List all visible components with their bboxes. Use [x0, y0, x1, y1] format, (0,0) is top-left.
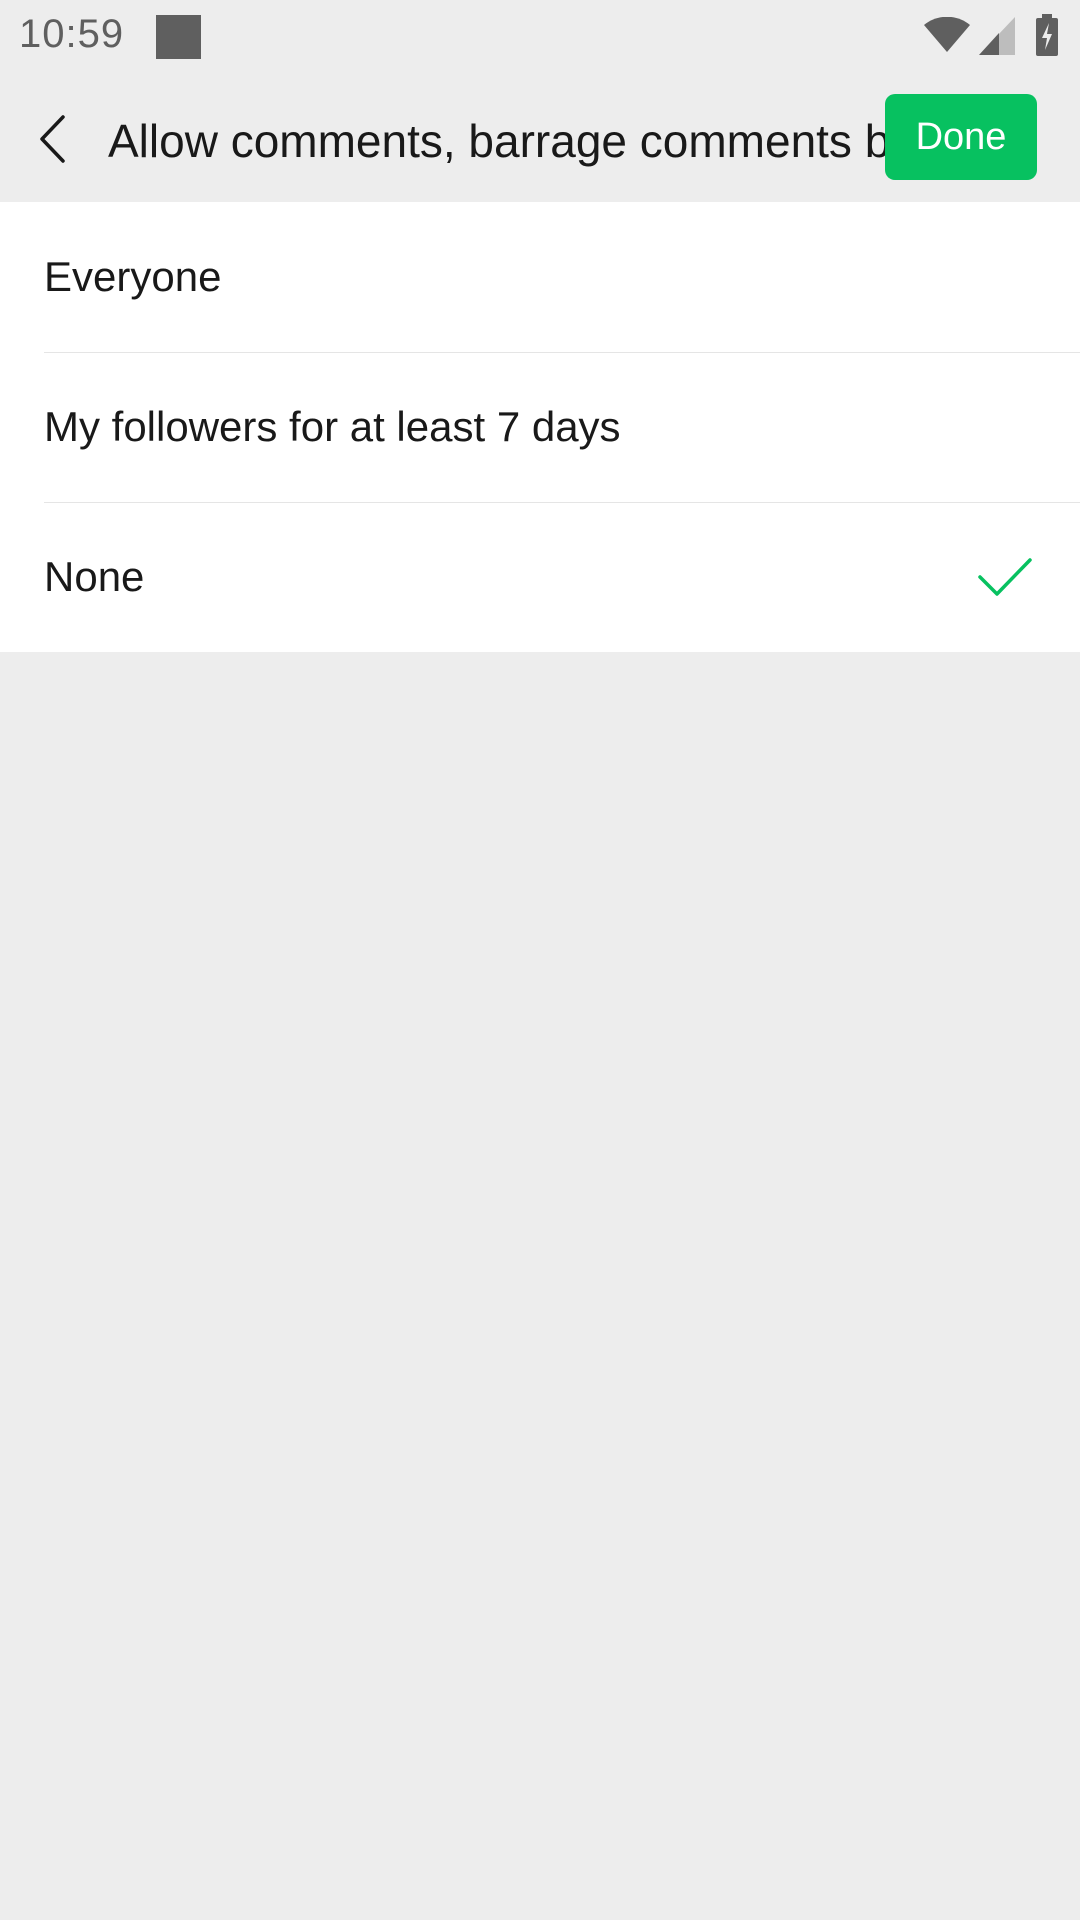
status-bar: 10:59	[0, 0, 1080, 76]
cell-signal-icon	[979, 17, 1015, 55]
options-list: Everyone My followers for at least 7 day…	[0, 202, 1080, 652]
header: Allow comments, barrage comments b Done	[0, 76, 1080, 202]
page-title: Allow comments, barrage comments b	[108, 115, 888, 167]
option-everyone[interactable]: Everyone	[0, 202, 1080, 352]
status-time: 10:59	[19, 12, 125, 56]
option-none[interactable]: None	[0, 502, 1080, 652]
option-followers-7-days[interactable]: My followers for at least 7 days	[0, 352, 1080, 502]
chevron-left-icon	[40, 115, 65, 163]
checkmark-icon	[978, 558, 1032, 596]
wifi-icon	[924, 17, 970, 52]
option-label: My followers for at least 7 days	[44, 403, 621, 450]
option-label: Everyone	[44, 253, 222, 300]
option-label: None	[44, 553, 145, 600]
app-notification-icon	[156, 15, 201, 59]
done-button[interactable]: Done	[885, 94, 1037, 180]
back-button[interactable]	[24, 102, 80, 176]
battery-charging-icon	[1036, 14, 1058, 56]
screen: 10:59 Allow comments, barrage comments b…	[0, 0, 1080, 1920]
